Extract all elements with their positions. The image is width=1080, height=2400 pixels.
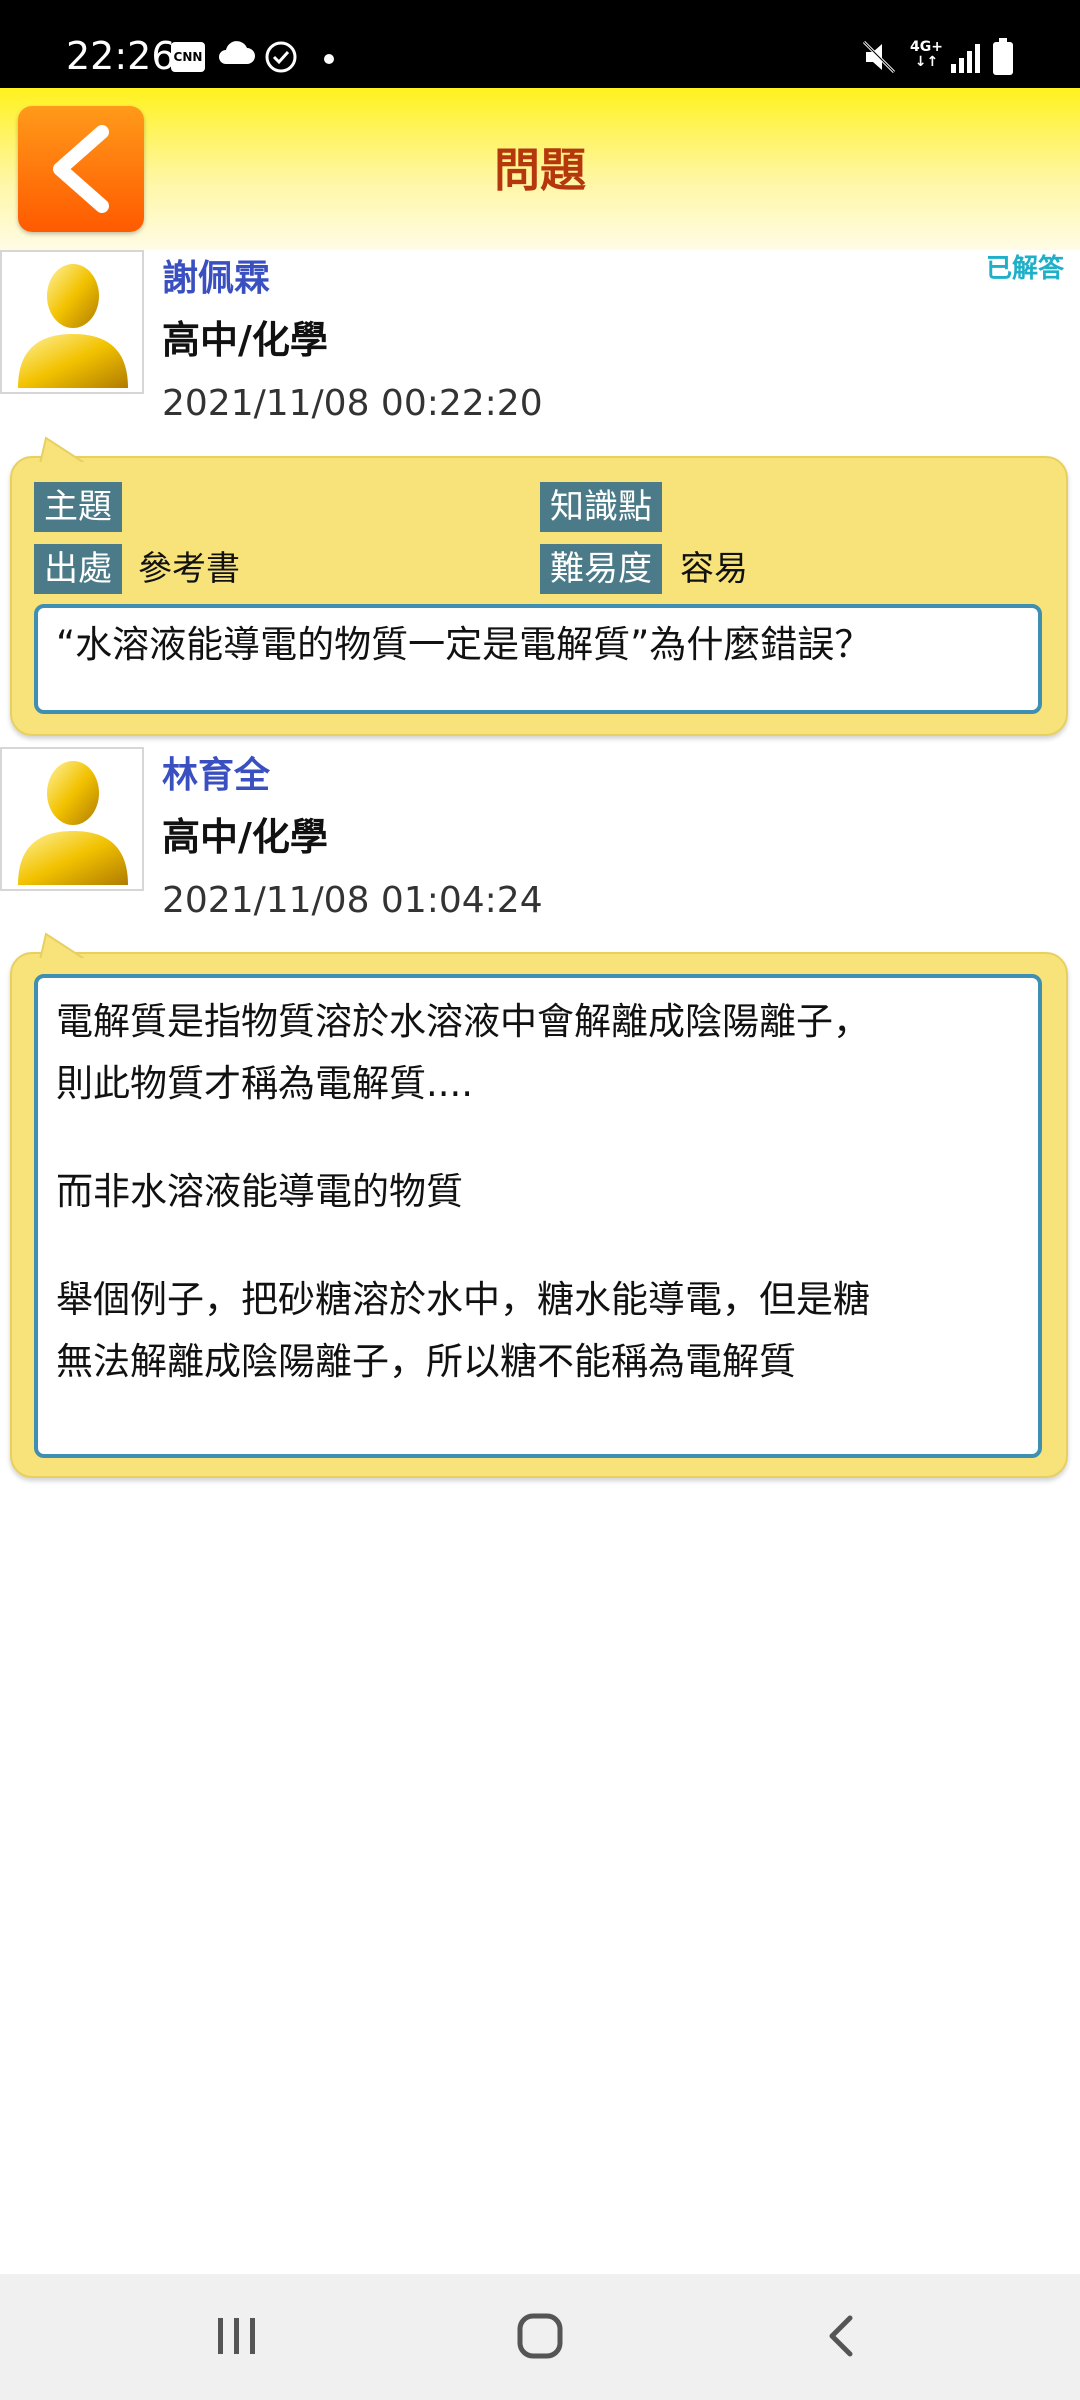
mute-icon	[862, 40, 898, 78]
tag-topic-label: 主題	[34, 482, 122, 532]
answer-subject: 高中/化學	[162, 815, 328, 859]
recent-apps-button[interactable]	[214, 2310, 260, 2366]
tag-difficulty-label: 難易度	[540, 544, 662, 594]
user-icon	[18, 761, 128, 885]
question-author: 謝佩霖	[162, 258, 271, 299]
question-content-box: “水溶液能導電的物質一定是電解質”為什麼錯誤？	[34, 604, 1042, 714]
answer-paragraph: 舉個例子，把砂糖溶於水中，糖水能導電，但是糖	[56, 1278, 870, 1321]
cloud-icon	[216, 38, 256, 72]
battery-icon	[992, 38, 1014, 80]
cnn-icon: CNN	[171, 42, 205, 72]
page-title: 問題	[494, 143, 586, 197]
answer-paragraph: 電解質是指物質溶於水溶液中會解離成陰陽離子，	[56, 1000, 870, 1043]
network-type: 4G+ ↓↑	[910, 39, 943, 70]
tag-knowledge-label: 知識點	[540, 482, 662, 532]
notification-dot	[324, 54, 334, 64]
answer-paragraph: 而非水溶液能導電的物質	[56, 1170, 463, 1213]
signal-icon	[950, 42, 984, 78]
tag-difficulty-value: 容易	[680, 549, 748, 589]
system-nav-bar	[0, 2274, 1080, 2400]
user-icon	[18, 264, 128, 388]
answer-paragraph: 則此物質才稱為電解質....	[56, 1062, 474, 1105]
answer-bubble: 電解質是指物質溶於水溶液中會解離成陰陽離子， 則此物質才稱為電解質.... 而非…	[10, 932, 1068, 1478]
bubble-tail	[38, 436, 94, 466]
home-button[interactable]	[514, 2310, 566, 2366]
question-text: “水溶液能導電的物質一定是電解質”為什麼錯誤？	[56, 623, 872, 666]
app-header: 問題	[0, 88, 1080, 250]
question-time: 2021/11/08 00:22:20	[162, 383, 543, 424]
system-back-button[interactable]	[822, 2310, 862, 2366]
recent-apps-icon	[218, 2318, 255, 2354]
avatar	[0, 250, 144, 394]
avatar	[0, 747, 144, 891]
status-bar: 22:26 CNN 4G+ ↓↑	[0, 0, 1080, 88]
question-subject: 高中/化學	[162, 318, 328, 362]
answer-content-box: 電解質是指物質溶於水溶液中會解離成陰陽離子， 則此物質才稱為電解質.... 而非…	[34, 974, 1042, 1458]
home-icon	[517, 2313, 563, 2359]
back-icon	[829, 2315, 853, 2357]
status-badge: 已解答	[985, 254, 1064, 284]
tag-source-label: 出處	[34, 544, 122, 594]
check-circle-icon	[264, 40, 298, 78]
bubble-tail	[38, 932, 94, 962]
network-label: 4G+	[910, 39, 943, 55]
tag-source-value: 參考書	[138, 549, 240, 589]
question-bubble: 主題 知識點 出處 參考書 難易度 容易 “水溶液能導電的物質一定是電解質”為什…	[10, 436, 1068, 736]
status-time: 22:26	[66, 34, 176, 78]
answer-paragraph: 無法解離成陰陽離子，所以糖不能稱為電解質	[56, 1340, 796, 1383]
answer-time: 2021/11/08 01:04:24	[162, 880, 543, 921]
answer-author: 林育全	[162, 755, 271, 796]
